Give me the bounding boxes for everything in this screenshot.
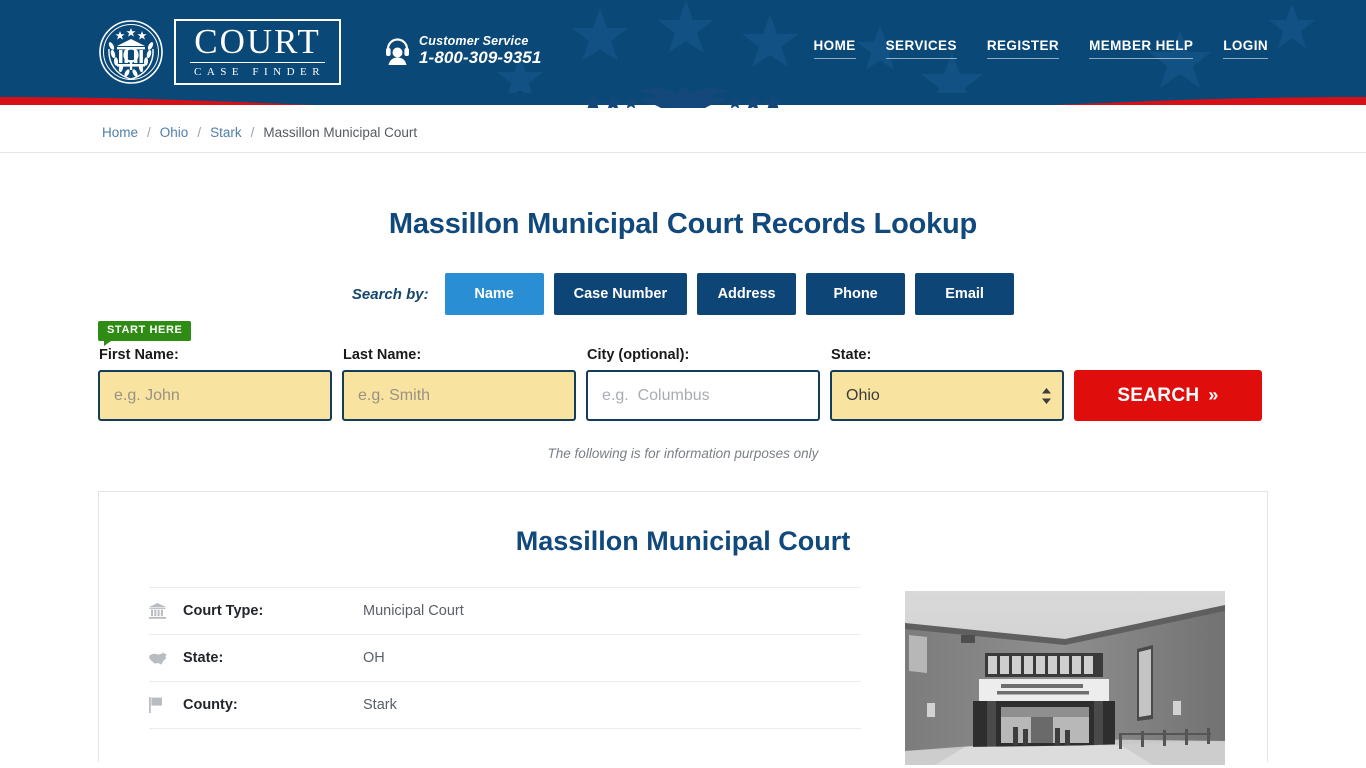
state-field-group: State: Ohio (830, 347, 1064, 421)
breadcrumb-item-stark[interactable]: Stark (210, 125, 242, 140)
breadcrumb-item-home[interactable]: Home (102, 125, 138, 140)
first-name-input[interactable] (98, 370, 332, 421)
info-note: The following is for information purpose… (547, 446, 819, 461)
page-title: Massillon Municipal Court Records Lookup (388, 208, 978, 240)
flag-icon (149, 697, 183, 713)
court-type-label: Court Type: (183, 603, 264, 619)
nav-item-member-help[interactable]: MEMBER HELP (1089, 38, 1194, 59)
nav-item-home[interactable]: HOME (813, 38, 856, 59)
search-by-label: Search by: (351, 285, 429, 303)
tab-email[interactable]: Email (915, 273, 1015, 315)
bank-building-icon (149, 603, 183, 619)
first-name-field-group: First Name: (98, 347, 332, 421)
search-form-row: First Name: Last Name: City (optional): … (98, 347, 1268, 421)
county-value: Stark (363, 697, 397, 713)
court-details-card: Massillon Municipal Court Court Type: Mu… (98, 491, 1268, 765)
logo-word-sub: CASE FINDER (194, 66, 326, 78)
search-form: START HERE First Name: Last Name: City (… (98, 315, 1268, 421)
us-map-icon (149, 651, 183, 665)
court-seal-icon (99, 20, 163, 84)
customer-service-label: Customer Service (419, 34, 529, 48)
logo-word-court: COURT (190, 24, 326, 63)
breadcrumb-separator: / (197, 125, 202, 140)
city-field-group: City (optional): (586, 347, 820, 421)
main-nav: HOME SERVICES REGISTER MEMBER HELP LOGIN (813, 38, 1268, 59)
start-here-badge: START HERE (98, 321, 192, 346)
search-by-tabs: Search by: Name Case Number Address Phon… (0, 273, 1366, 315)
city-label: City (optional): (587, 347, 690, 363)
site-header: COURT CASE FINDER Customer Service 1-800… (0, 0, 1366, 105)
tab-address[interactable]: Address (697, 273, 797, 315)
court-type-value: Municipal Court (363, 603, 464, 619)
breadcrumb-item-current: Massillon Municipal Court (263, 125, 418, 140)
breadcrumb-item-ohio[interactable]: Ohio (160, 125, 189, 140)
table-row-divider (149, 728, 861, 729)
header-wave-decoration (0, 93, 1366, 113)
nav-item-register[interactable]: REGISTER (986, 38, 1060, 59)
logo-wordmark: COURT CASE FINDER (174, 19, 342, 85)
breadcrumb: Home / Ohio / Stark / Massillon Municipa… (0, 113, 1366, 153)
breadcrumb-separator: / (250, 125, 255, 140)
last-name-input[interactable] (342, 370, 576, 421)
customer-service-block: Customer Service 1-800-309-9351 (385, 34, 541, 67)
table-row: Court Type: Municipal Court (149, 587, 861, 634)
city-input[interactable] (586, 370, 820, 421)
customer-service-phone[interactable]: 1-800-309-9351 (419, 48, 541, 67)
search-button-label: SEARCH (1117, 384, 1200, 406)
breadcrumb-separator: / (147, 125, 151, 140)
headset-support-icon (386, 37, 409, 65)
last-name-label: Last Name: (343, 347, 422, 363)
state-row-label: State: (183, 650, 224, 666)
state-label: State: (831, 347, 872, 363)
court-details-table: Court Type: Municipal Court State: OH Co… (149, 587, 861, 765)
first-name-label: First Name: (99, 347, 179, 363)
search-button[interactable]: SEARCH » (1074, 370, 1262, 421)
last-name-field-group: Last Name: (342, 347, 576, 421)
county-label: County: (183, 697, 238, 713)
site-logo[interactable]: COURT CASE FINDER (98, 12, 342, 92)
double-chevron-right-icon: » (1208, 385, 1219, 405)
tab-name[interactable]: Name (444, 273, 544, 315)
nav-item-login[interactable]: LOGIN (1223, 38, 1268, 59)
court-name-heading: Massillon Municipal Court (515, 526, 851, 556)
table-row: State: OH (149, 634, 861, 681)
courthouse-building-photo (905, 591, 1225, 765)
table-row: County: Stark (149, 681, 861, 728)
state-select[interactable]: Ohio (830, 370, 1064, 421)
nav-item-services[interactable]: SERVICES (885, 38, 957, 59)
state-row-value: OH (363, 650, 385, 666)
tab-phone[interactable]: Phone (806, 273, 906, 315)
tab-case-number[interactable]: Case Number (553, 273, 688, 315)
